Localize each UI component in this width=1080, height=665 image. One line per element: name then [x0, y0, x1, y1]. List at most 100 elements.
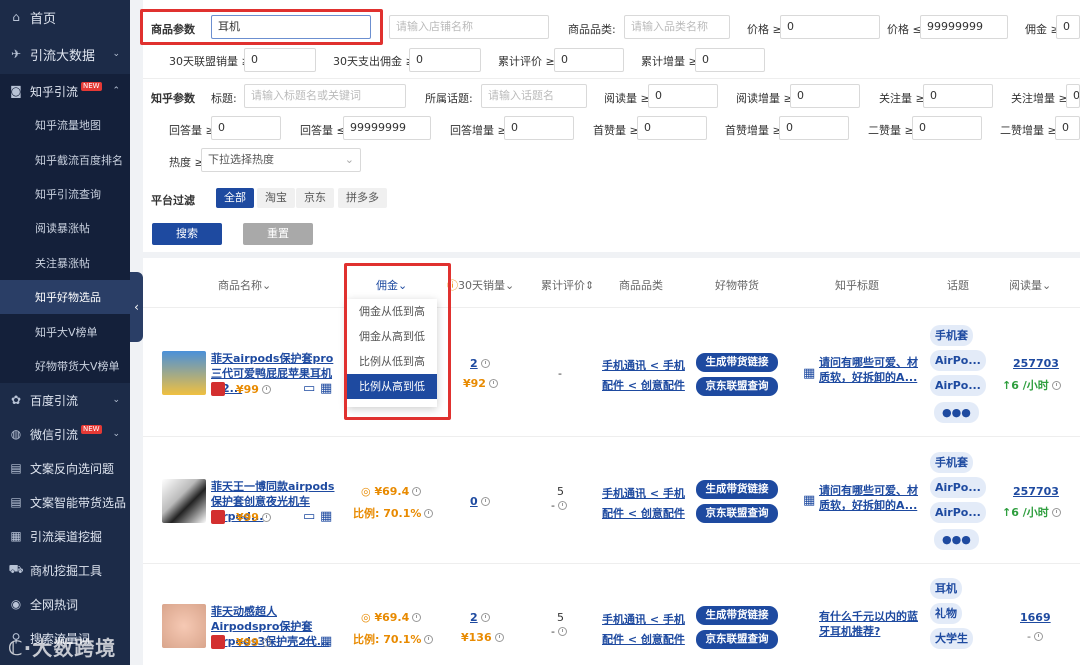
topic-pill[interactable]: 手机套	[930, 325, 973, 346]
reads-value[interactable]: 257703	[1013, 485, 1059, 498]
read-rate: ↑6 /小时	[1002, 504, 1061, 520]
heat-select[interactable]: 下拉选择热度 ⌄	[201, 148, 361, 172]
title-input[interactable]: 请输入标题名或关键词	[244, 84, 406, 108]
topic-input[interactable]: 请输入话题名	[481, 84, 587, 108]
growth-input[interactable]: 0	[695, 48, 765, 72]
answer-le-input[interactable]: 99999999	[343, 116, 431, 140]
qrcode-icon[interactable]: ▦	[803, 366, 815, 381]
follow-input[interactable]: 0	[923, 84, 993, 108]
sidebar-subitem[interactable]: 知乎流量地图	[0, 108, 130, 143]
sidebar-subitem[interactable]: 好物带货大V榜单	[0, 348, 130, 384]
category-link[interactable]: 手机通讯 < 手机	[602, 485, 685, 501]
product-thumbnail[interactable]	[162, 604, 206, 648]
zhihu-title-link[interactable]: 请问有哪些可爱、材质软，好拆卸的A...	[819, 355, 919, 385]
price-le-input[interactable]: 99999999	[920, 15, 1008, 39]
jd-query-button[interactable]: 京东联盟查询	[696, 504, 778, 523]
sidebar-item-channel[interactable]: ▦ 引流渠道挖掘	[0, 519, 130, 553]
col-header-reviews[interactable]: 累计评价⇕	[541, 277, 594, 293]
sidebar-item-baidu[interactable]: ✿ 百度引流 ⌄	[0, 383, 130, 417]
review-input[interactable]: 0	[554, 48, 624, 72]
sidebar-subitem[interactable]: 阅读暴涨帖	[0, 211, 130, 246]
second-like-inc-input[interactable]: 0	[1055, 116, 1080, 140]
topic-pill[interactable]: AirPo...	[930, 502, 986, 523]
topic-pill[interactable]: 耳机	[930, 578, 962, 599]
sidebar-subitem-active[interactable]: 知乎好物选品	[0, 279, 130, 315]
sidebar-item-copy-reverse[interactable]: ▤ 文案反向选问题	[0, 451, 130, 485]
topic-pill[interactable]: 礼物	[930, 603, 962, 624]
topic-pill[interactable]: AirPo...	[930, 350, 986, 371]
sidebar-item-copy-smart[interactable]: ▤ 文案智能带货选品	[0, 485, 130, 519]
pay30-input[interactable]: 0	[409, 48, 481, 72]
shop-name-input[interactable]: 请输入店铺名称	[389, 15, 549, 39]
zhihu-title-link[interactable]: 请问有哪些可爱、材质软，好拆卸的A...	[819, 483, 919, 513]
qrcode-icon[interactable]: ▦	[320, 381, 332, 396]
sales-count[interactable]: 2	[470, 611, 490, 624]
topic-pill[interactable]: 大学生	[930, 628, 973, 649]
sidebar-item-home[interactable]: ⌂ 首页	[0, 0, 130, 34]
qrcode-icon[interactable]: ▦	[320, 634, 332, 649]
shop-icon[interactable]: ▭	[303, 509, 315, 524]
sidebar-subitem[interactable]: 知乎截流百度排名	[0, 142, 130, 177]
gen-link-button[interactable]: 生成带货链接	[696, 353, 778, 372]
shop-icon[interactable]: ▭	[303, 634, 315, 649]
platform-tag-taobao[interactable]: 淘宝	[257, 188, 295, 208]
reads-value[interactable]: 257703	[1013, 357, 1059, 370]
gen-link-button[interactable]: 生成带货链接	[696, 606, 778, 625]
top-like-input[interactable]: 0	[637, 116, 707, 140]
category-input[interactable]: 请输入品类名称	[624, 15, 730, 39]
answer-ge-label: 回答量 ≥	[169, 124, 215, 137]
reads-value[interactable]: 1669	[1020, 611, 1051, 624]
price-ge-input[interactable]: 0	[780, 15, 880, 39]
collapse-sidebar-icon[interactable]: ‹	[130, 272, 143, 342]
reset-button[interactable]: 重置	[243, 223, 313, 245]
jd-query-button[interactable]: 京东联盟查询	[696, 630, 778, 649]
shop-icon[interactable]: ▭	[303, 381, 315, 396]
platform-tag-jd[interactable]: 京东	[296, 188, 334, 208]
topic-pill[interactable]: AirPo...	[930, 477, 986, 498]
sidebar-item-traffic-data[interactable]: ✈ 引流大数据 ⌄	[0, 34, 130, 74]
sales-count[interactable]: 0	[470, 495, 490, 508]
search-button[interactable]: 搜索	[152, 223, 222, 245]
sidebar-subitem[interactable]: 知乎大V榜单	[0, 314, 130, 349]
sidebar-subitem[interactable]: 知乎引流查询	[0, 176, 130, 212]
qrcode-icon[interactable]: ▦	[803, 493, 815, 508]
col-header-reads[interactable]: 阅读量⌄	[1009, 277, 1051, 293]
qrcode-icon[interactable]: ▦	[320, 509, 332, 524]
product-thumbnail[interactable]	[162, 479, 206, 523]
category-link[interactable]: 手机通讯 < 手机	[602, 357, 685, 373]
more-icon[interactable]: ●●●	[934, 529, 979, 550]
follow-inc-input[interactable]: 0	[1066, 84, 1080, 108]
sidebar-item-business[interactable]: ⛟ 商机挖掘工具	[0, 553, 130, 587]
col-header-name[interactable]: 商品名称⌄	[218, 277, 271, 293]
top-like-inc-input[interactable]: 0	[779, 116, 849, 140]
sidebar-subitem[interactable]: 关注暴涨帖	[0, 245, 130, 280]
answer-inc-input[interactable]: 0	[504, 116, 574, 140]
topic-pill[interactable]: AirPo...	[930, 375, 986, 396]
more-icon[interactable]: ●●●	[934, 402, 979, 423]
sidebar-item-wechat[interactable]: ◍ 微信引流 NEW ⌄	[0, 417, 130, 451]
category-link[interactable]: 手机通讯 < 手机	[602, 611, 685, 627]
platform-tag-pdd[interactable]: 拼多多	[338, 188, 387, 208]
sidebar-item-hotwords[interactable]: ◉ 全网热词	[0, 587, 130, 621]
read-input[interactable]: 0	[648, 84, 718, 108]
col-header-sales30[interactable]: ⓘ30天销量⌄	[447, 277, 514, 293]
answer-ge-input[interactable]: 0	[211, 116, 281, 140]
topic-pill[interactable]: 手机套	[930, 452, 973, 473]
second-like-input[interactable]: 0	[912, 116, 982, 140]
new-badge: NEW	[81, 424, 102, 434]
gen-link-button[interactable]: 生成带货链接	[696, 480, 778, 499]
platform-tag-all[interactable]: 全部	[216, 188, 254, 208]
clock-icon	[261, 385, 271, 394]
sales-count[interactable]: 2	[470, 357, 490, 370]
commission-ge-input[interactable]: 0	[1056, 15, 1080, 39]
sidebar-item-zhihu[interactable]: ◙ 知乎引流 NEW ⌃	[0, 74, 130, 108]
zhihu-title-link[interactable]: 有什么千元以内的蓝牙耳机推荐?	[819, 609, 919, 639]
highlight-box	[344, 263, 451, 420]
read-inc-input[interactable]: 0	[790, 84, 860, 108]
category-link[interactable]: 配件 < 创意配件	[602, 377, 685, 393]
sales30-input[interactable]: 0	[244, 48, 316, 72]
jd-query-button[interactable]: 京东联盟查询	[696, 377, 778, 396]
category-link[interactable]: 配件 < 创意配件	[602, 505, 685, 521]
product-thumbnail[interactable]	[162, 351, 206, 395]
category-link[interactable]: 配件 < 创意配件	[602, 631, 685, 647]
